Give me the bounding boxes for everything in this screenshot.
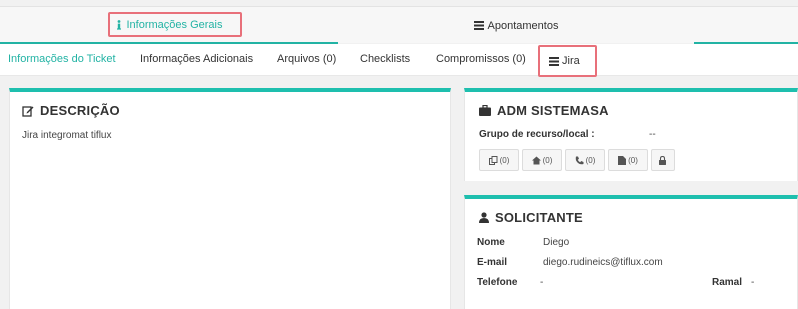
tab-arquivos[interactable]: Arquivos (0) [277, 44, 336, 74]
home-icon [531, 156, 541, 165]
phone-icon [575, 156, 584, 165]
lock-button[interactable] [651, 149, 675, 171]
tab-informacoes-adicionais[interactable]: Informações Adicionais [140, 44, 253, 74]
lock-icon [658, 155, 666, 165]
user-icon [479, 212, 489, 223]
tab-label: Checklists [360, 53, 411, 65]
ramal-value: - [751, 277, 755, 288]
nome-value: Diego [543, 237, 570, 248]
telefone-label: Telefone [477, 277, 518, 288]
solicitante-panel: SOLICITANTE Nome Diego E-mail diego.rudi… [464, 195, 798, 309]
tab-label: Informações Adicionais [140, 53, 254, 65]
tab-compromissos[interactable]: Compromissos (0) [436, 44, 526, 74]
tab-checklists[interactable]: Checklists [360, 44, 410, 74]
tab-informacoes-do-ticket[interactable]: Informações do Ticket [8, 44, 116, 74]
panel-title: DESCRIÇÃO [22, 103, 120, 118]
briefcase-icon [479, 105, 491, 116]
panel-title: SOLICITANTE [479, 210, 583, 225]
description-text: Jira integromat tiflux [22, 130, 112, 141]
highlight-box [538, 45, 597, 77]
file-icon [618, 155, 627, 165]
highlight-box [108, 12, 242, 37]
phone-button[interactable]: (0) [565, 149, 605, 171]
tab-label: Compromissos (0) [436, 53, 526, 65]
tab-apontamentos[interactable]: Apontamentos [338, 7, 694, 44]
documents-button[interactable]: (0) [608, 149, 648, 171]
sub-tab-bar: Informações do Ticket Informações Adicio… [0, 44, 798, 76]
empresa-panel: ADM SISTEMASA Grupo de recurso/local : -… [464, 88, 798, 181]
copy-button[interactable]: (0) [479, 149, 519, 171]
empresa-actions: (0) (0) (0) (0) [479, 149, 675, 171]
email-label: E-mail [477, 257, 508, 268]
grupo-label: Grupo de recurso/local : [479, 129, 595, 140]
address-button[interactable]: (0) [522, 149, 562, 171]
panel-title: ADM SISTEMASA [479, 103, 609, 118]
email-value: diego.rudineics@tiflux.com [543, 257, 663, 268]
copy-icon [488, 155, 498, 165]
nome-label: Nome [477, 237, 505, 248]
grupo-value: -- [649, 129, 656, 140]
tab-label: Informações do Ticket [8, 53, 116, 65]
edit-icon [22, 105, 34, 117]
telefone-value: - [540, 277, 544, 288]
ramal-label: Ramal [712, 277, 743, 288]
tab-label: Apontamentos [487, 19, 559, 32]
descricao-panel: DESCRIÇÃO Jira integromat tiflux [9, 88, 451, 309]
list-icon [473, 21, 484, 30]
tab-label: Arquivos (0) [277, 53, 337, 65]
tab-extra[interactable] [694, 7, 798, 44]
